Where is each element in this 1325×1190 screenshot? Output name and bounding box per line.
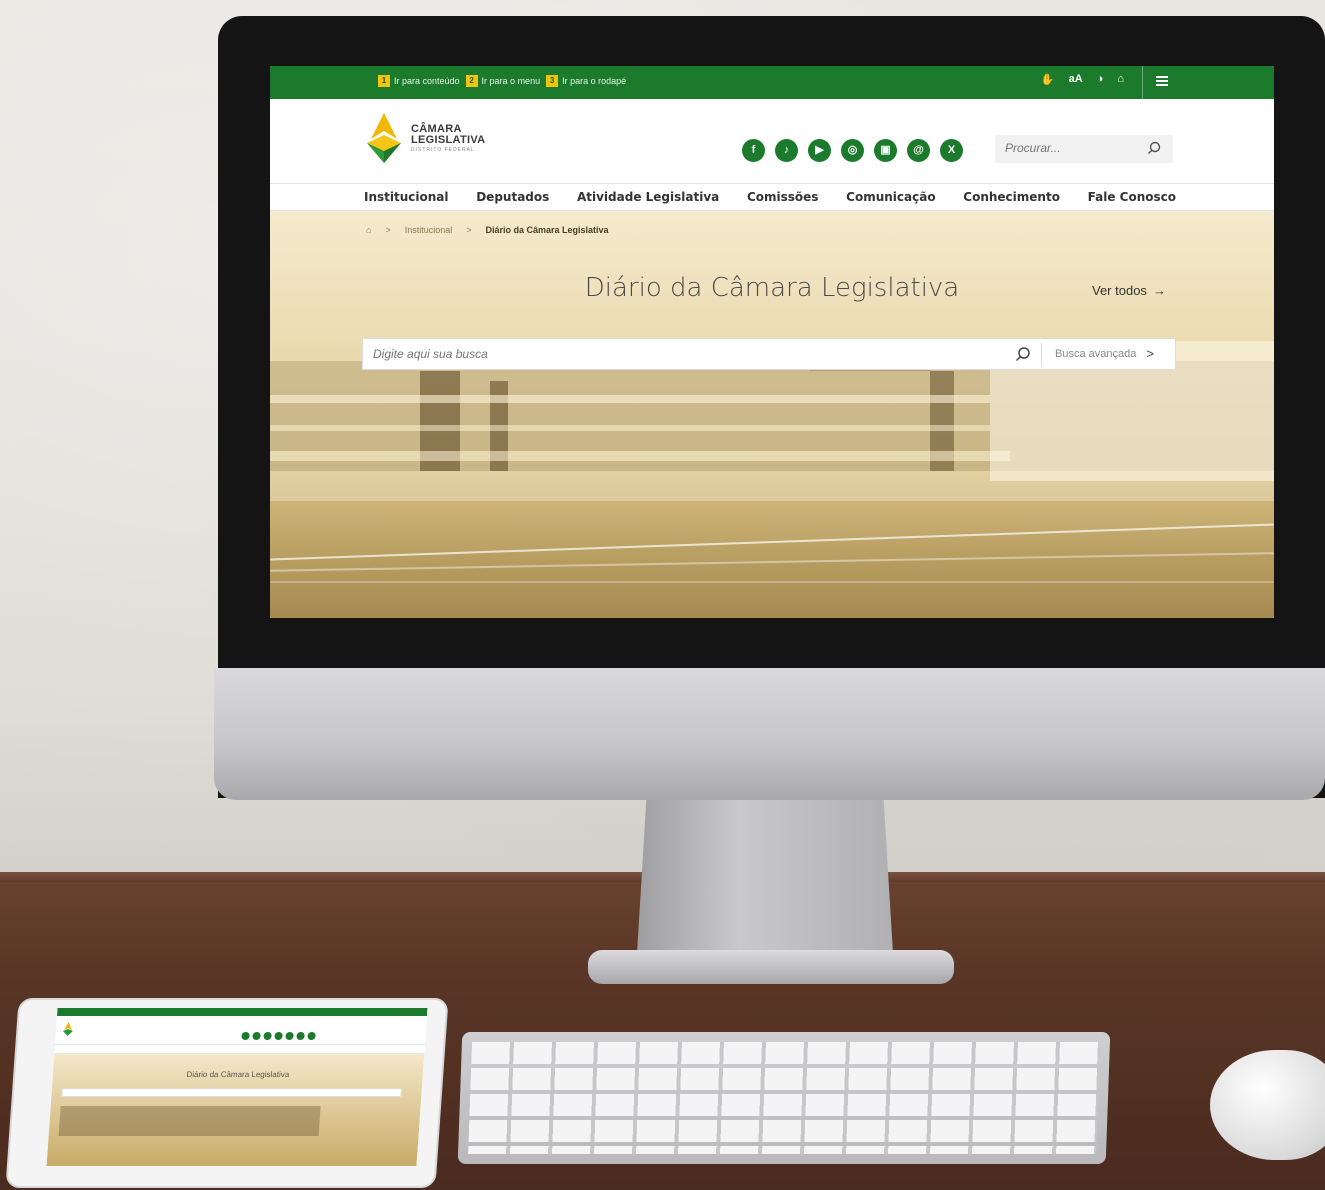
skip-to-content-link[interactable]: 1 Ir para conteúdo	[378, 75, 460, 87]
lock-icon[interactable]: ⌂	[1117, 73, 1124, 86]
font-size-button[interactable]: aA	[1069, 73, 1083, 86]
advanced-search-label: Busca avançada	[1055, 348, 1137, 360]
monitor-chin	[214, 668, 1325, 800]
nav-item-conhecimento[interactable]: Conhecimento	[963, 190, 1060, 204]
nav-item-comunicacao[interactable]: Comunicação	[846, 190, 935, 204]
logo-line-3: DISTRITO FEDERAL	[411, 146, 475, 153]
skip-number: 3	[546, 75, 559, 87]
nav-item-fale-conosco[interactable]: Fale Conosco	[1088, 190, 1176, 204]
diary-search-input[interactable]	[373, 347, 993, 361]
youtube-icon[interactable]: ▶	[808, 139, 831, 162]
search-icon[interactable]	[1015, 346, 1031, 362]
tablet-page-title: Diário da Câmara Legislativa	[186, 1070, 290, 1079]
hero-banner: ⌂ > Institucional > Diário da Câmara Leg…	[270, 211, 1274, 618]
flickr-icon[interactable]: ▣	[874, 139, 897, 162]
see-all-label: Ver todos	[1092, 283, 1147, 298]
browser-screen: 1 Ir para conteúdo 2 Ir para o menu 3 Ir…	[270, 66, 1274, 618]
instagram-icon[interactable]: ◎	[841, 139, 864, 162]
breadcrumb: ⌂ > Institucional > Diário da Câmara Leg…	[366, 225, 609, 235]
see-all-link[interactable]: Ver todos →	[1092, 283, 1166, 298]
search-icon[interactable]	[1147, 141, 1161, 155]
breadcrumb-separator: >	[466, 225, 472, 235]
tablet-social-icons	[241, 1032, 316, 1040]
accessibility-tools: ✋ aA ◑ ⌂	[1041, 73, 1124, 86]
logo-mark-icon	[367, 113, 401, 163]
skip-to-menu-link[interactable]: 2 Ir para o menu	[465, 75, 541, 87]
facebook-icon[interactable]: f	[742, 139, 765, 162]
breadcrumb-separator: >	[385, 225, 391, 235]
logo-line-2: LEGISLATIVA	[411, 133, 486, 146]
libras-icon[interactable]: ✋	[1041, 73, 1055, 86]
tablet-logo-icon	[62, 1022, 73, 1036]
social-links: f ♪ ▶ ◎ ▣ @ X	[742, 139, 963, 162]
skip-links: 1 Ir para conteúdo 2 Ir para o menu 3 Ir…	[378, 75, 626, 87]
tiktok-icon[interactable]: ♪	[775, 139, 798, 162]
skip-label: Ir para o menu	[481, 76, 541, 86]
skip-label: Ir para o rodapé	[562, 76, 627, 86]
diary-search-box: Busca avançada >	[362, 338, 1176, 370]
arrow-right-icon: →	[1152, 283, 1166, 298]
monitor-stand	[636, 800, 894, 970]
tablet-nav	[54, 1044, 426, 1054]
site-header: CÂMARA LEGISLATIVA DISTRITO FEDERAL f ♪ …	[270, 99, 1274, 183]
nav-item-atividade-legislativa[interactable]: Atividade Legislativa	[577, 190, 719, 204]
tablet-hero: Diário da Câmara Legislativa	[46, 1054, 425, 1166]
contrast-icon[interactable]: ◑	[1097, 73, 1104, 86]
tablet-screen: Diário da Câmara Legislativa	[46, 1008, 428, 1166]
hamburger-menu-icon[interactable]	[1156, 76, 1168, 86]
nav-item-deputados[interactable]: Deputados	[476, 190, 549, 204]
breadcrumb-current: Diário da Câmara Legislativa	[485, 225, 609, 235]
threads-icon[interactable]: @	[907, 139, 930, 162]
nav-item-institucional[interactable]: Institucional	[364, 190, 449, 204]
tablet-building-photo	[58, 1106, 321, 1136]
main-nav: Institucional Deputados Atividade Legisl…	[270, 183, 1274, 211]
road-photo	[270, 501, 1274, 618]
x-icon[interactable]: X	[940, 139, 963, 162]
skip-to-footer-link[interactable]: 3 Ir para o rodapé	[546, 75, 626, 87]
monitor-stand-base	[588, 950, 954, 984]
site-search-input[interactable]	[1005, 141, 1145, 155]
search-divider	[1041, 343, 1042, 367]
nav-item-comissoes[interactable]: Comissões	[747, 190, 818, 204]
logo-line-1: CÂMARA	[411, 122, 462, 135]
skip-number: 2	[465, 75, 478, 87]
home-icon[interactable]: ⌂	[366, 225, 371, 235]
breadcrumb-institucional[interactable]: Institucional	[405, 225, 453, 235]
tablet-topbar	[56, 1008, 428, 1016]
keyboard	[457, 1032, 1111, 1164]
keyboard-keys	[468, 1042, 1100, 1154]
site-logo[interactable]: CÂMARA LEGISLATIVA DISTRITO FEDERAL	[363, 111, 485, 165]
chevron-right-icon: >	[1146, 346, 1154, 361]
skip-label: Ir para conteúdo	[394, 76, 460, 86]
tablet-search-box	[61, 1088, 402, 1097]
advanced-search-link[interactable]: Busca avançada >	[1055, 346, 1154, 361]
site-search-box	[995, 135, 1173, 163]
accessibility-bar: 1 Ir para conteúdo 2 Ir para o menu 3 Ir…	[270, 66, 1274, 99]
topbar-divider	[1142, 66, 1143, 99]
skip-number: 1	[378, 75, 390, 87]
